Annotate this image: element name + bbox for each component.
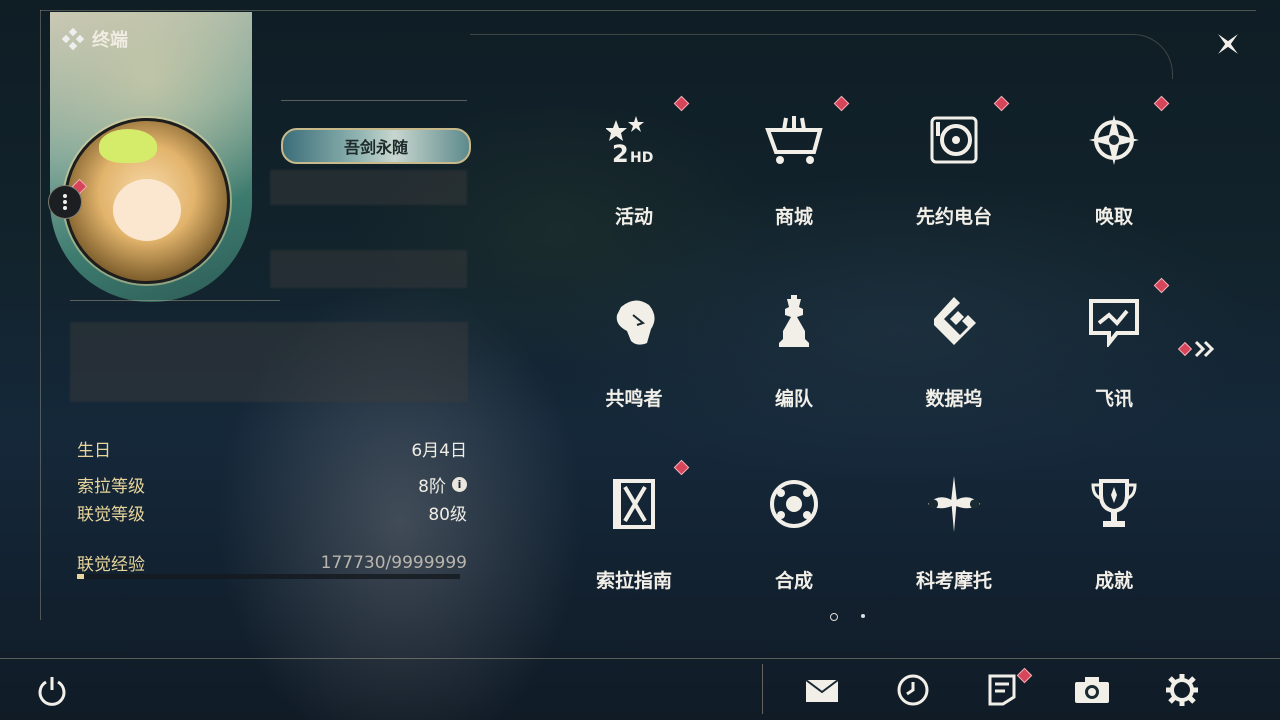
shop-icon <box>764 110 824 170</box>
notes-icon <box>988 674 1016 706</box>
divider <box>281 100 467 101</box>
synthesis-icon <box>764 474 824 534</box>
notes-button[interactable] <box>982 670 1022 710</box>
menu-tile-shop[interactable]: 商城 <box>714 90 874 270</box>
menu-tile-label: 科考摩托 <box>915 570 992 592</box>
radio-icon <box>924 110 984 170</box>
menu-tile-message[interactable]: 飞讯 <box>1034 272 1194 452</box>
union-level-row: 联觉等级 80级 <box>77 500 467 525</box>
exp-value: 177730/9999999 <box>320 552 467 573</box>
frame-left-line <box>40 10 41 620</box>
resonator-icon <box>604 292 664 352</box>
svg-text:HD: HD <box>630 150 653 166</box>
menu-grid: 2 HD 活动 商城 先约电台 唤取 共鸣者 编队 数据坞 飞讯 索拉指南 合成… <box>554 90 1194 610</box>
page-indicator[interactable] <box>861 614 865 618</box>
badge-dot <box>1177 341 1193 357</box>
close-button[interactable] <box>1208 24 1248 64</box>
menu-tile-activity[interactable]: 2 HD 活动 <box>554 90 714 270</box>
signature-blurred[interactable] <box>70 322 468 402</box>
menu-tile-summon[interactable]: 唤取 <box>1034 90 1194 270</box>
bottom-divider <box>0 658 1280 659</box>
menu-tile-label: 编队 <box>774 388 813 410</box>
more-vertical-icon <box>63 194 67 210</box>
menu-tile-data-dock[interactable]: 数据坞 <box>874 272 1034 452</box>
sola-level-row: 索拉等级 8阶 i <box>77 472 467 497</box>
menu-tile-team[interactable]: 编队 <box>714 272 874 452</box>
page-indicator-current[interactable] <box>830 613 838 621</box>
frame-top-line <box>40 10 1256 11</box>
power-icon <box>38 677 66 706</box>
menu-tile-synthesis[interactable]: 合成 <box>714 454 874 634</box>
union-level-label: 联觉等级 <box>77 505 145 525</box>
clock-icon <box>897 674 929 706</box>
bottom-separator <box>762 664 763 714</box>
exp-progress-fill <box>77 574 84 579</box>
birthday-value: 6月4日 <box>411 441 467 461</box>
summon-icon <box>1084 110 1144 170</box>
mail-button[interactable] <box>802 670 842 710</box>
motorcycle-icon <box>924 474 984 534</box>
menu-tile-label: 共鸣者 <box>605 388 663 410</box>
camera-button[interactable] <box>1072 670 1112 710</box>
history-button[interactable] <box>893 670 933 710</box>
menu-tile-guide[interactable]: 索拉指南 <box>554 454 714 634</box>
badge-dot <box>673 95 690 112</box>
settings-icon <box>1166 674 1198 706</box>
divider <box>70 300 280 301</box>
guide-icon <box>604 474 664 534</box>
info-icon[interactable]: i <box>452 477 467 492</box>
frame-curve <box>470 34 1173 79</box>
menu-tile-radio[interactable]: 先约电台 <box>874 90 1034 270</box>
page-title-label: 终端 <box>92 30 128 51</box>
next-page-button[interactable] <box>1177 340 1216 358</box>
exp-row: 联觉经验 177730/9999999 <box>77 550 467 576</box>
badge-dot <box>833 95 850 112</box>
avatar-face <box>113 179 181 241</box>
menu-tile-motorcycle[interactable]: 科考摩托 <box>874 454 1034 634</box>
badge-dot <box>673 459 690 476</box>
player-id-blurred <box>270 250 467 288</box>
menu-tile-achievement[interactable]: 成就 <box>1034 454 1194 634</box>
menu-tile-resonator[interactable]: 共鸣者 <box>554 272 714 452</box>
player-name-blurred <box>270 170 467 205</box>
birthday-label: 生日 <box>77 441 111 461</box>
avatar-bow <box>99 129 157 163</box>
birthday-row: 生日 6月4日 <box>77 436 467 461</box>
trophy-icon <box>1084 474 1144 534</box>
menu-tile-label: 商城 <box>774 206 813 228</box>
menu-tile-label: 活动 <box>614 206 653 228</box>
svg-text:2: 2 <box>612 140 629 168</box>
profile-more-button[interactable] <box>48 185 82 219</box>
page-title: 终端 <box>62 26 128 52</box>
menu-tile-label: 飞讯 <box>1094 388 1133 410</box>
menu-tile-label: 成就 <box>1094 570 1133 592</box>
rank-badge[interactable]: 吾剑永随 <box>281 128 471 164</box>
badge-dot <box>993 95 1010 112</box>
union-level-value: 80级 <box>428 505 467 525</box>
badge-dot <box>1153 277 1170 294</box>
mail-icon <box>805 679 839 702</box>
exp-label: 联觉经验 <box>77 555 145 575</box>
double-chevron-right-icon <box>1194 340 1215 358</box>
exp-progress-bar <box>77 574 460 579</box>
menu-tile-label: 先约电台 <box>915 206 992 228</box>
terminal-icon <box>62 28 84 50</box>
data-dock-icon <box>924 292 984 352</box>
camera-icon <box>1075 677 1109 703</box>
rank-badge-label: 吾剑永随 <box>343 138 408 157</box>
sola-level-value: 8阶 <box>418 477 446 497</box>
settings-button[interactable] <box>1162 670 1202 710</box>
sola-level-label: 索拉等级 <box>77 477 145 497</box>
menu-tile-label: 索拉指南 <box>595 570 672 592</box>
badge-dot <box>1153 95 1170 112</box>
power-button[interactable] <box>32 670 72 710</box>
menu-tile-label: 唤取 <box>1094 206 1133 228</box>
team-icon <box>764 292 824 352</box>
avatar[interactable] <box>64 118 230 284</box>
menu-tile-label: 数据坞 <box>925 388 983 410</box>
close-icon <box>1218 34 1238 54</box>
message-icon <box>1084 292 1144 352</box>
activity-icon: 2 HD <box>604 110 664 170</box>
menu-tile-label: 合成 <box>774 570 813 592</box>
